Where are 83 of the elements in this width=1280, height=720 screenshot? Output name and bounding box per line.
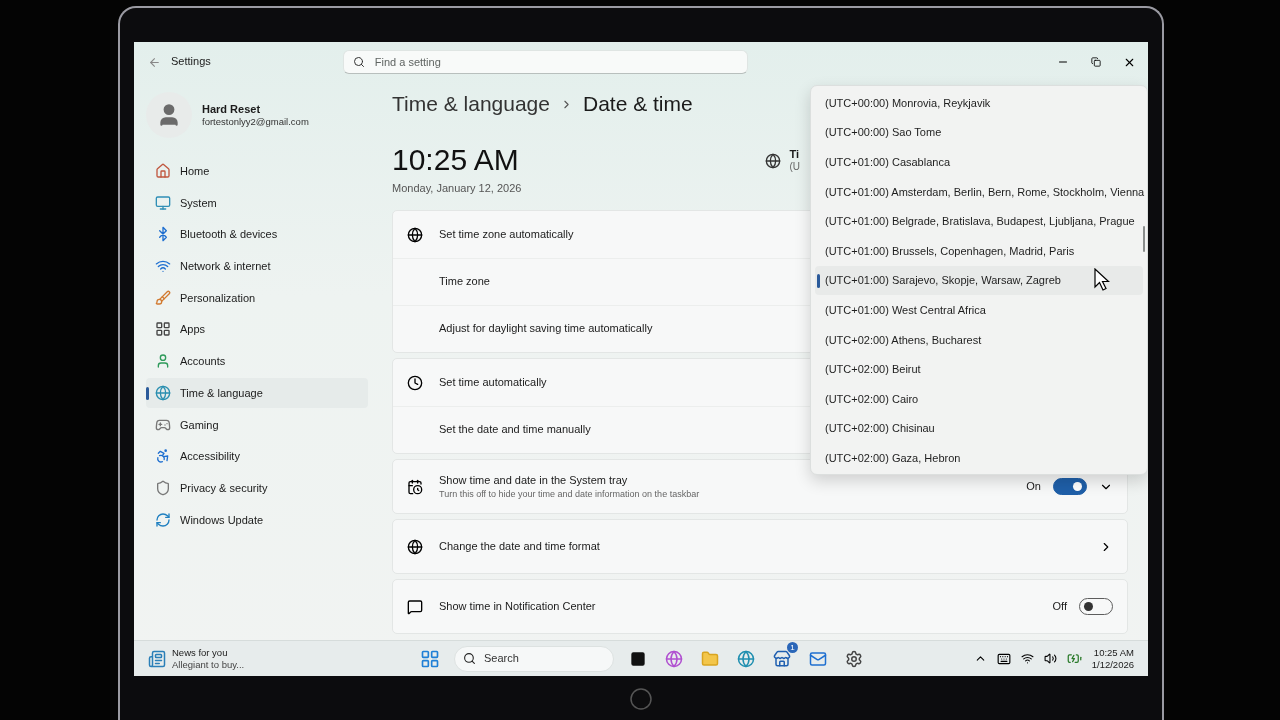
sidebar-item[interactable]: Personalization bbox=[146, 282, 368, 313]
newspaper-icon bbox=[148, 649, 166, 668]
timezone-option[interactable]: (UTC+01:00) West Central Africa bbox=[815, 295, 1143, 325]
person-icon bbox=[155, 353, 171, 370]
restore-icon[interactable] bbox=[1091, 57, 1101, 67]
toggle-state-label: Off bbox=[1052, 599, 1067, 614]
back-icon[interactable] bbox=[148, 55, 161, 69]
setting-label: Time zone bbox=[439, 275, 490, 289]
notification-icon bbox=[407, 598, 423, 615]
keyboard-icon[interactable] bbox=[996, 651, 1011, 666]
timezone-option[interactable]: (UTC+01:00) Sarajevo, Skopje, Warsaw, Zagreb bbox=[815, 265, 1143, 296]
wifi-icon bbox=[155, 258, 171, 275]
sidebar-item[interactable]: Accounts bbox=[146, 346, 368, 377]
current-time: 10:25 AM bbox=[392, 142, 520, 178]
sidebar-item[interactable]: Accessibility bbox=[146, 441, 368, 472]
widget-title: News for you bbox=[172, 647, 229, 659]
setting-label: Set the date and time manually bbox=[439, 423, 591, 437]
volume-icon[interactable] bbox=[1043, 652, 1057, 665]
search-field[interactable]: Find a setting bbox=[342, 50, 748, 74]
sidebar-item[interactable]: Time & language bbox=[146, 377, 368, 408]
news-widget[interactable]: News for you Allegiant to buy... bbox=[148, 647, 418, 670]
apps-icon bbox=[155, 321, 171, 338]
home-icon bbox=[155, 163, 171, 179]
clock-icon bbox=[407, 374, 423, 391]
refresh-icon bbox=[155, 511, 171, 528]
sidebar-item[interactable]: Windows Update bbox=[146, 504, 368, 535]
globe-icon bbox=[765, 152, 782, 169]
timezone-option[interactable]: (UTC+01:00) Belgrade, Bratislava, Budapest, Ljubljana, Prague bbox=[815, 206, 1143, 236]
breadcrumb-parent[interactable]: Time & language bbox=[392, 91, 550, 117]
window-title: Settings bbox=[171, 55, 211, 69]
search-label: Search bbox=[484, 651, 519, 666]
timezone-value: (U bbox=[789, 161, 800, 174]
globe-icon bbox=[155, 384, 171, 401]
taskbar-time: 10:25 AM bbox=[1093, 647, 1134, 659]
setting-label: Show time and date in the System tray bbox=[439, 473, 628, 487]
toggle-state-label: On bbox=[1026, 479, 1041, 494]
widget-subtitle: Allegiant to buy... bbox=[172, 658, 245, 670]
battery-icon[interactable] bbox=[1066, 651, 1082, 666]
globe-icon bbox=[407, 226, 423, 243]
profile-name: Hard Reset bbox=[202, 102, 262, 116]
accessibility-icon bbox=[155, 448, 171, 465]
wifi-icon[interactable] bbox=[1020, 652, 1034, 665]
taskbar-search[interactable]: Search bbox=[454, 645, 614, 672]
calendar-clock-icon bbox=[407, 478, 423, 495]
search-icon bbox=[352, 56, 365, 68]
timezone-option[interactable]: (UTC+01:00) Brussels, Copenhagen, Madrid, Paris bbox=[815, 235, 1143, 266]
sidebar-item[interactable]: Bluetooth & devices bbox=[146, 219, 368, 250]
timezone-option[interactable]: (UTC+02:00) Cairo bbox=[815, 383, 1143, 414]
taskbar-date: 1/12/2026 bbox=[1091, 658, 1134, 670]
sidebar-item[interactable]: Network & internet bbox=[146, 251, 368, 282]
setting-label: Adjust for daylight saving time automatically bbox=[439, 322, 653, 336]
shield-icon bbox=[155, 479, 171, 496]
timezone-option[interactable]: (UTC+02:00) Chisinau bbox=[815, 413, 1143, 444]
brush-icon bbox=[155, 289, 171, 306]
timezone-option[interactable]: (UTC+00:00) Sao Tome bbox=[815, 117, 1143, 148]
sidebar-item[interactable]: System bbox=[146, 187, 368, 218]
timezone-option[interactable]: (UTC+02:00) Beirut bbox=[815, 354, 1143, 384]
setting-label: Show time in Notification Center bbox=[439, 599, 596, 614]
scrollbar-thumb[interactable] bbox=[1143, 226, 1145, 252]
setting-label: Change the date and time format bbox=[439, 539, 600, 554]
sidebar-item[interactable]: Home bbox=[146, 156, 368, 186]
timezone-option[interactable]: (UTC+01:00) Casablanca bbox=[815, 147, 1143, 177]
sidebar-item[interactable]: Apps bbox=[146, 314, 368, 345]
notification-badge: 1 bbox=[787, 641, 798, 653]
sidebar-item[interactable]: Gaming bbox=[146, 409, 368, 440]
cursor-icon bbox=[1094, 268, 1110, 292]
setting-description: Turn this off to hide your time and date information on the taskbar bbox=[439, 488, 700, 500]
page-title: Date & time bbox=[583, 91, 693, 117]
timezone-option[interactable]: (UTC+01:00) Amsterdam, Berlin, Bern, Rome, Stockholm, Vienna bbox=[815, 176, 1143, 207]
toggle-switch[interactable] bbox=[1053, 478, 1087, 495]
setting-label: Set time zone automatically bbox=[439, 227, 574, 242]
monitor-icon bbox=[155, 194, 171, 211]
globe-icon bbox=[407, 538, 423, 555]
sidebar-item[interactable]: Privacy & security bbox=[146, 472, 368, 503]
timezone-option[interactable]: (UTC+00:00) Monrovia, Reykjavik bbox=[815, 88, 1143, 118]
current-date: Monday, January 12, 2026 bbox=[392, 182, 522, 196]
avatar[interactable] bbox=[146, 92, 192, 138]
search-icon bbox=[463, 652, 476, 665]
timezone-option[interactable]: (UTC+02:00) Athens, Bucharest bbox=[815, 324, 1143, 355]
timezone-option[interactable]: (UTC+02:00) Gaza, Hebron bbox=[815, 443, 1143, 473]
setting-label: Set time automatically bbox=[439, 375, 547, 390]
timezone-title: Ti bbox=[789, 148, 800, 162]
profile-email: fortestonlyy2@gmail.com bbox=[202, 115, 309, 128]
